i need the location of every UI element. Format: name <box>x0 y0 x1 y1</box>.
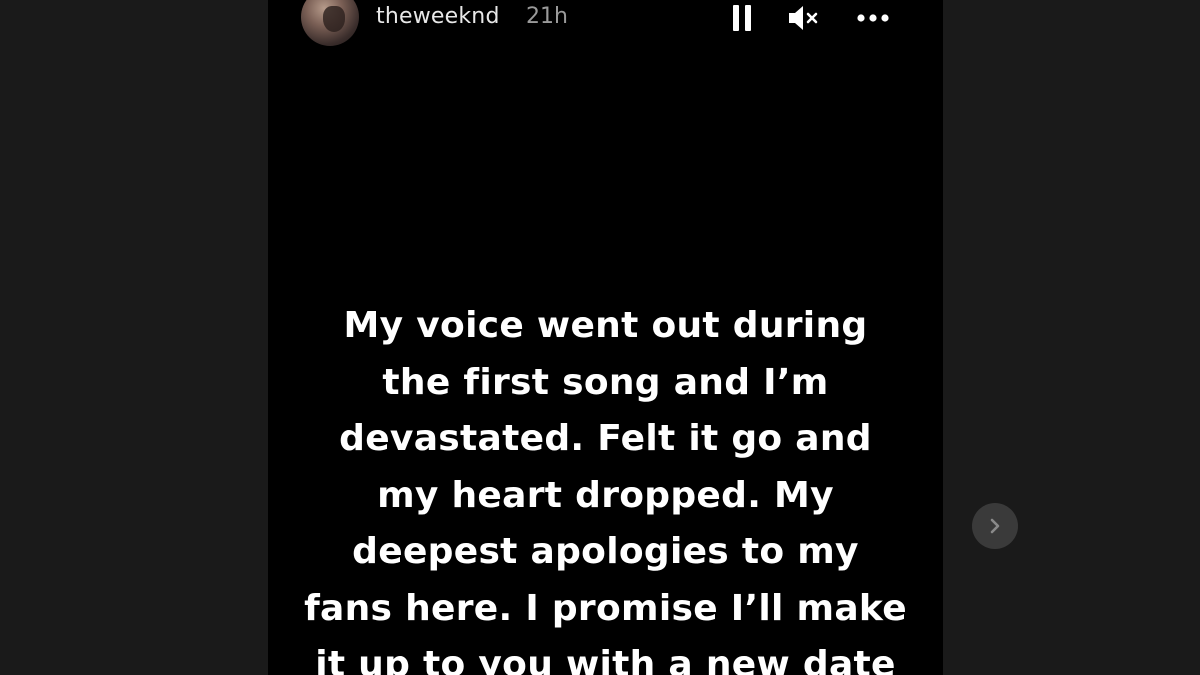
more-options-button[interactable] <box>853 2 893 34</box>
story-text-line: My voice went out during <box>343 305 868 346</box>
story-header: theweeknd 21h <box>268 0 943 46</box>
more-options-icon <box>857 14 889 22</box>
story-text-line: my heart dropped. My <box>377 474 834 516</box>
story-text-line: the first song and I’m <box>382 361 829 403</box>
story-viewer: theweeknd 21h My voice went out during t… <box>0 0 1200 675</box>
story-text-line: deepest apologies to my <box>352 531 859 572</box>
story-frame[interactable]: theweeknd 21h My voice went out during t… <box>268 0 943 675</box>
chevron-right-icon <box>990 518 1000 534</box>
story-text-line: fans here. I promise I’ll make <box>304 587 907 629</box>
story-text: My voice went out during the first song … <box>268 298 943 675</box>
username[interactable]: theweeknd <box>376 4 500 29</box>
pause-icon <box>733 5 751 31</box>
avatar[interactable] <box>301 0 359 46</box>
muted-speaker-icon <box>789 6 818 30</box>
mute-button[interactable] <box>786 2 822 34</box>
story-text-line: it up to you with a new date <box>315 644 896 675</box>
pause-button[interactable] <box>728 2 756 34</box>
timestamp: 21h <box>526 4 568 29</box>
story-text-line: devastated. Felt it go and <box>339 418 872 459</box>
next-story-button[interactable] <box>972 503 1018 549</box>
